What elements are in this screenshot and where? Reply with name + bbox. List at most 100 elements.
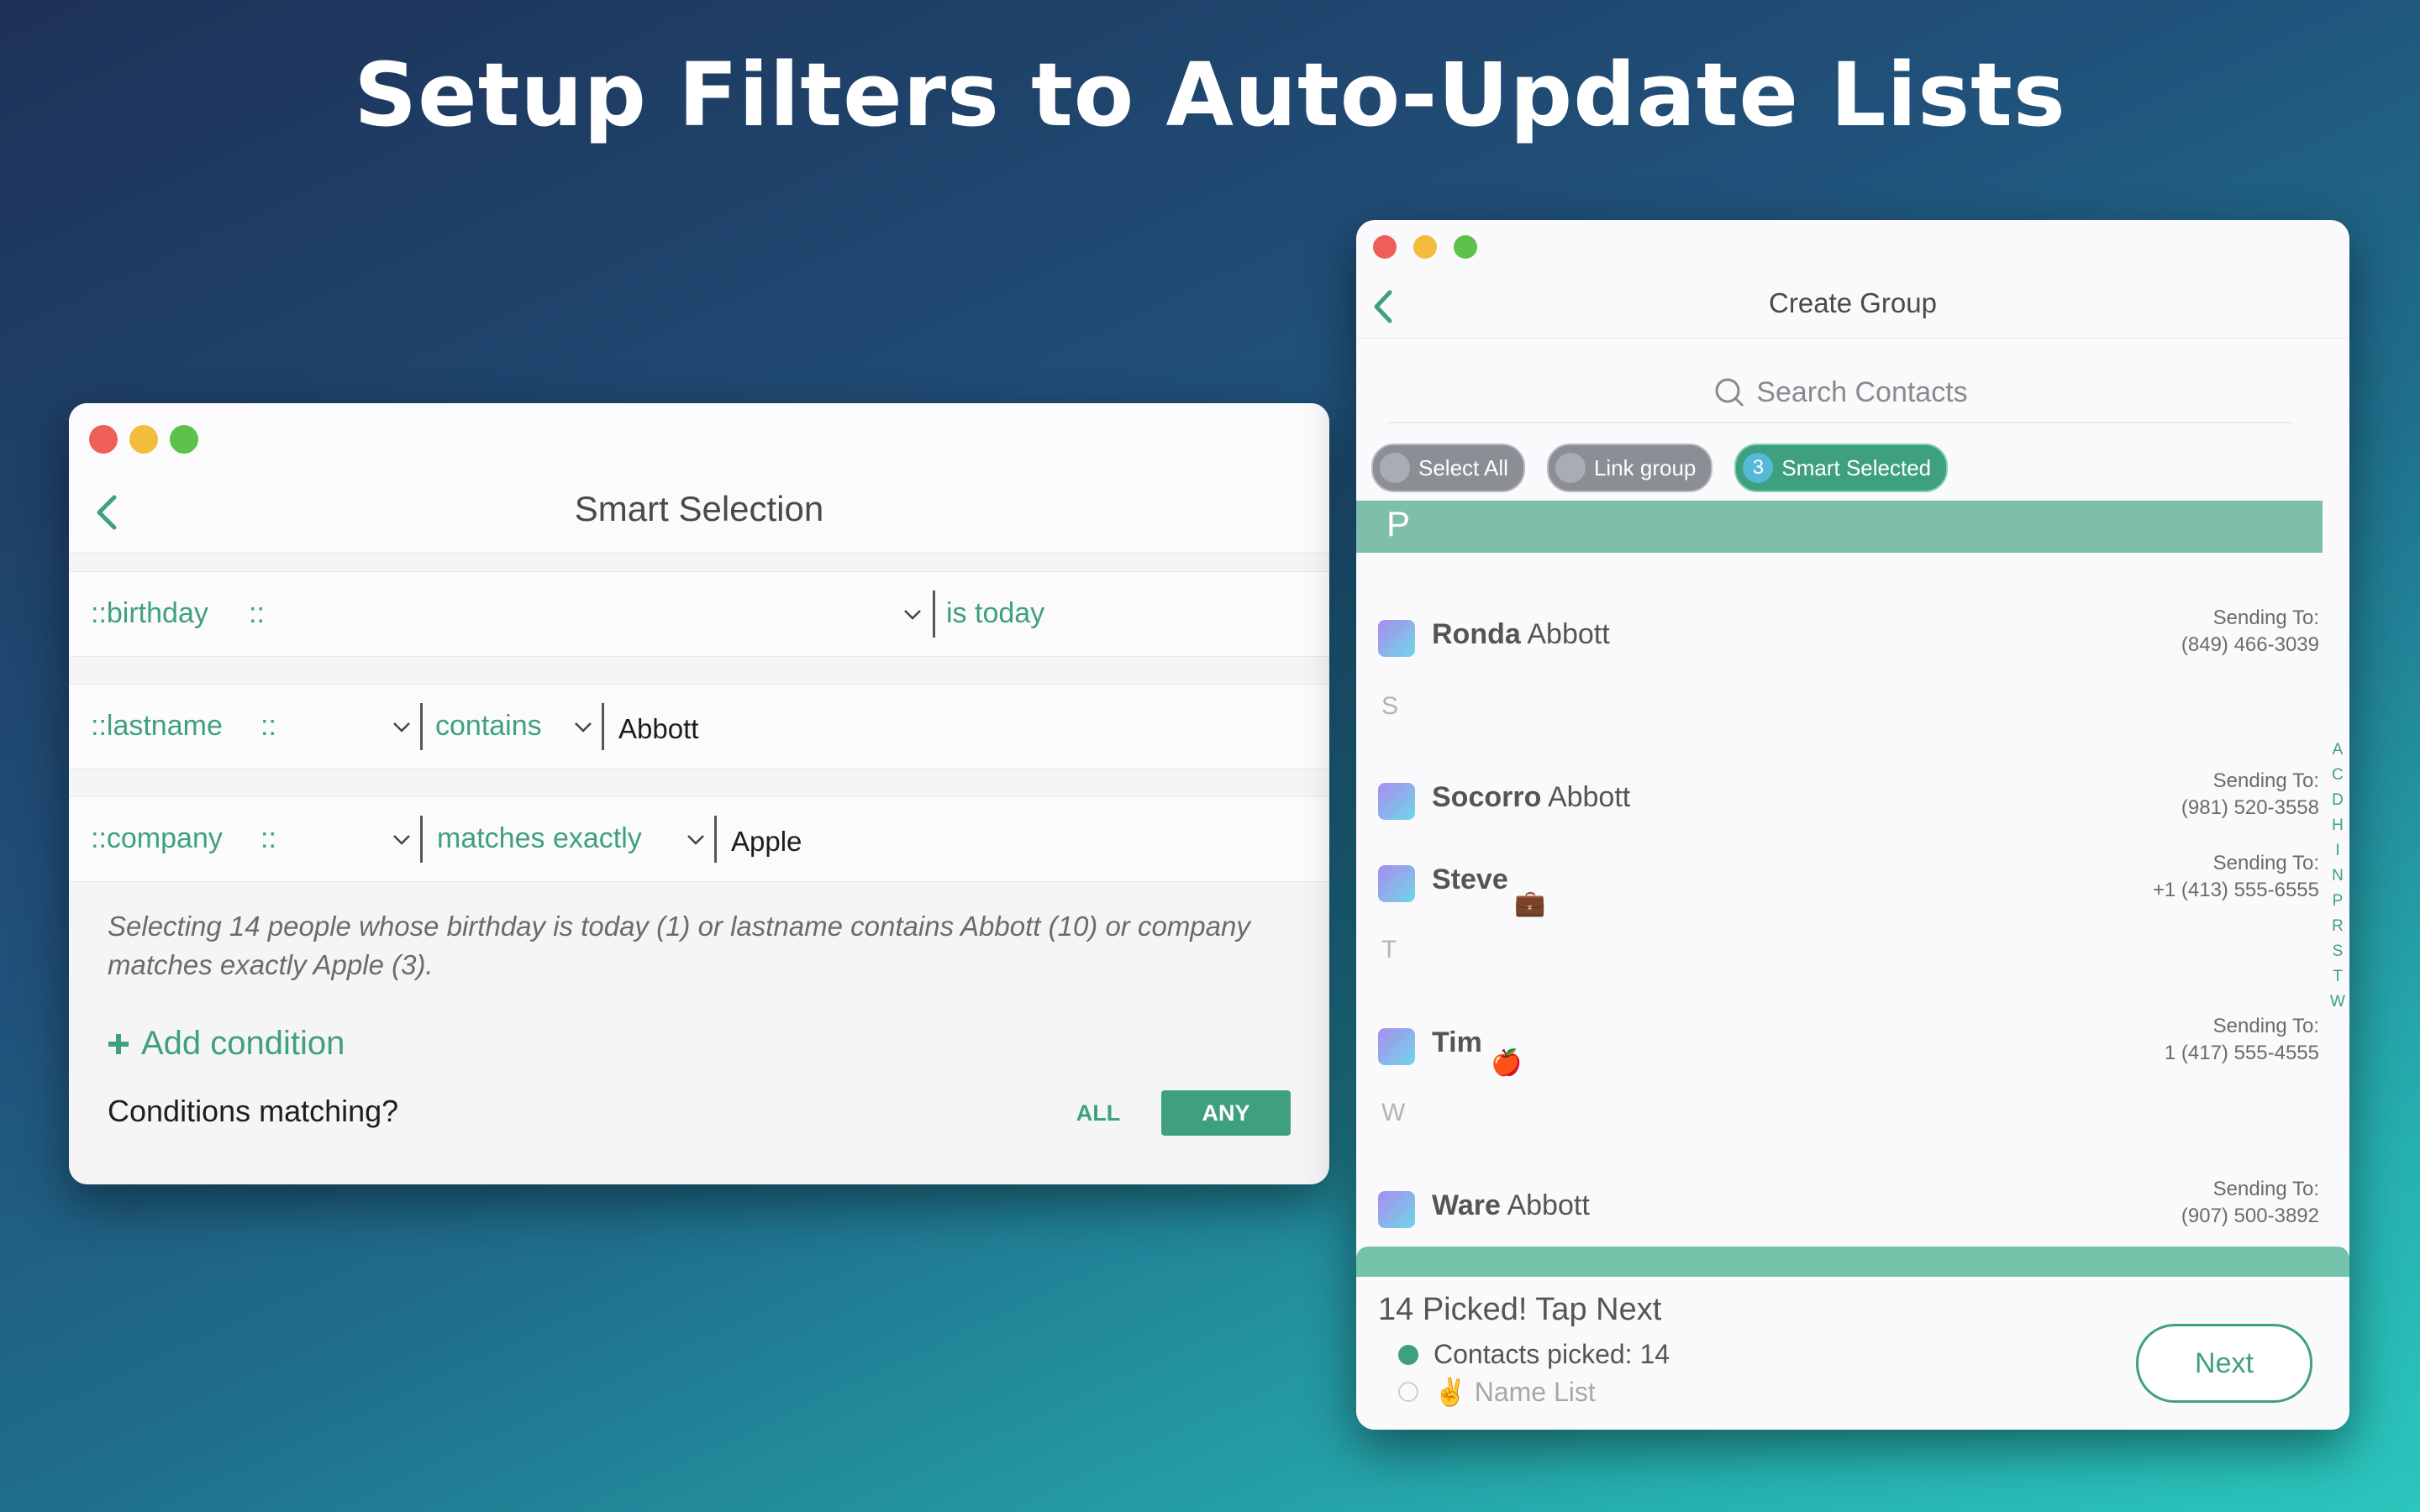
zoom-window-button[interactable] xyxy=(1454,235,1477,259)
condition-field[interactable]: ::birthday xyxy=(91,597,208,630)
condition-operator[interactable]: matches exactly xyxy=(437,822,642,855)
index-letter[interactable]: S xyxy=(2333,939,2344,964)
contact-row[interactable]: Steve 💼 Sending To: +1 (413) 555-6555 xyxy=(1378,852,2319,919)
contact-phone: 1 (417) 555-4555 xyxy=(2164,1042,2319,1064)
divider xyxy=(420,816,423,863)
plus-icon xyxy=(108,1033,129,1054)
close-window-button[interactable] xyxy=(1373,235,1397,259)
index-letter[interactable]: T xyxy=(2333,964,2343,990)
condition-field[interactable]: ::company xyxy=(91,822,223,855)
link-group-chip[interactable]: Link group xyxy=(1546,444,1713,492)
magic-wand-icon xyxy=(1378,865,1415,902)
minimize-window-button[interactable] xyxy=(1413,235,1437,259)
conditions-matching-label: Conditions matching? xyxy=(108,1094,399,1128)
add-condition-button[interactable]: Add condition xyxy=(106,1025,345,1063)
condition-operator[interactable]: contains xyxy=(435,710,542,743)
index-letter[interactable]: N xyxy=(2332,864,2344,889)
contact-phone: (981) 520-3558 xyxy=(2181,796,2319,819)
sending-to-label: Sending To: xyxy=(2212,1178,2319,1200)
index-letter[interactable]: W xyxy=(2330,990,2345,1015)
magic-wand-icon xyxy=(1378,1191,1415,1228)
condition-value-input[interactable]: Apple xyxy=(731,826,802,858)
chevron-down-icon[interactable] xyxy=(392,829,412,849)
sending-to-label: Sending To: xyxy=(2212,852,2319,874)
chip-label: Smart Selected xyxy=(1781,454,1932,480)
chevron-down-icon[interactable] xyxy=(902,604,923,624)
chevron-down-icon[interactable] xyxy=(392,717,412,737)
divider xyxy=(933,591,935,638)
contact-name: Socorro Abbott xyxy=(1432,781,1631,813)
chevron-down-icon[interactable] xyxy=(573,717,593,737)
toggle-dot xyxy=(1380,453,1410,483)
filter-chips: Select All Link group 3 Smart Selected xyxy=(1371,444,1949,492)
section-letter: T xyxy=(1381,936,1397,963)
condition-row-lastname: ::lastname :: contains Abbott xyxy=(69,684,1329,769)
condition-row-birthday: ::birthday :: is today xyxy=(69,571,1329,657)
magic-wand-icon xyxy=(1378,783,1415,820)
contacts-picked-row: Contacts picked: 14 xyxy=(1397,1339,1670,1370)
match-any-button[interactable]: ANY xyxy=(1161,1090,1291,1136)
contact-row[interactable]: Ware Abbott Sending To: (907) 500-3892 xyxy=(1378,1178,2319,1245)
title-bar: Create Group xyxy=(1356,220,2349,339)
contact-row[interactable]: Socorro Abbott Sending To: (981) 520-355… xyxy=(1378,769,2319,837)
condition-operator[interactable]: is today xyxy=(946,597,1044,630)
chevron-down-icon[interactable] xyxy=(686,829,706,849)
condition-field-separator: :: xyxy=(260,822,276,854)
chip-label: Link group xyxy=(1593,454,1697,480)
section-letter: S xyxy=(1381,692,1399,720)
sending-to-label: Sending To: xyxy=(2212,606,2319,629)
magic-wand-icon xyxy=(1378,620,1415,657)
create-group-window: Create Group Search Contacts Select All … xyxy=(1356,220,2349,1430)
sending-to-label: Sending To: xyxy=(2212,769,2319,792)
smart-selection-window: Smart Selection ::birthday :: is today :… xyxy=(69,403,1329,1184)
page-headline: Setup Filters to Auto-Update Lists xyxy=(354,44,2066,146)
section-letter: P xyxy=(1386,504,1411,543)
condition-field-separator: :: xyxy=(249,597,265,629)
contact-row[interactable]: Ronda Abbott Sending To: (849) 466-3039 xyxy=(1378,606,2319,674)
index-letter[interactable]: R xyxy=(2332,914,2344,939)
divider xyxy=(602,703,604,750)
alphabet-index[interactable]: A C D H I N P R S T W xyxy=(2329,738,2346,1015)
minimize-window-button[interactable] xyxy=(129,425,158,454)
window-title: Create Group xyxy=(1769,287,1937,318)
divider xyxy=(714,816,717,863)
filled-status-dot-icon xyxy=(1398,1344,1418,1365)
section-letter: W xyxy=(1381,1099,1406,1126)
briefcase-icon: 💼 xyxy=(1514,889,1546,918)
search-contacts-field[interactable]: Search Contacts xyxy=(1386,363,2294,423)
name-list-label: ✌ Name List xyxy=(1434,1377,1596,1407)
index-letter[interactable]: I xyxy=(2335,838,2339,864)
magic-wand-icon xyxy=(1378,1028,1415,1065)
condition-row-company: ::company :: matches exactly Apple xyxy=(69,796,1329,882)
contact-row[interactable]: Tim 🍎 Sending To: 1 (417) 555-4555 xyxy=(1378,1015,2319,1082)
index-letter[interactable]: H xyxy=(2332,813,2344,838)
select-all-chip[interactable]: Select All xyxy=(1371,444,1525,492)
condition-value-input[interactable]: Abbott xyxy=(618,713,698,745)
contact-name: Tim xyxy=(1432,1026,1482,1058)
contacts-picked-label: Contacts picked: 14 xyxy=(1434,1339,1670,1369)
index-letter[interactable]: D xyxy=(2332,788,2344,813)
count-badge: 3 xyxy=(1743,453,1774,483)
window-title: Smart Selection xyxy=(574,489,824,528)
sending-to-label: Sending To: xyxy=(2212,1015,2319,1037)
contact-phone: (907) 500-3892 xyxy=(2181,1205,2319,1227)
search-placeholder: Search Contacts xyxy=(1756,375,1968,408)
smart-selected-chip[interactable]: 3 Smart Selected xyxy=(1734,444,1949,492)
next-button[interactable]: Next xyxy=(2136,1324,2312,1403)
zoom-window-button[interactable] xyxy=(170,425,198,454)
chip-label: Select All xyxy=(1418,454,1508,480)
contact-name: Steve xyxy=(1432,864,1508,895)
index-letter[interactable]: P xyxy=(2333,889,2344,914)
add-condition-label: Add condition xyxy=(141,1025,345,1062)
contact-name: Ronda Abbott xyxy=(1432,618,1610,650)
index-letter[interactable]: A xyxy=(2333,738,2344,763)
search-icon xyxy=(1715,378,1744,407)
condition-field[interactable]: ::lastname xyxy=(91,710,223,743)
name-list-row[interactable]: ✌ Name List xyxy=(1397,1376,1596,1408)
apple-icon: 🍎 xyxy=(1491,1048,1523,1078)
close-window-button[interactable] xyxy=(89,425,118,454)
picked-status: 14 Picked! Tap Next xyxy=(1378,1292,1662,1327)
footer-divider xyxy=(1356,1247,2349,1277)
index-letter[interactable]: C xyxy=(2332,763,2344,788)
match-all-button[interactable]: ALL xyxy=(1060,1090,1136,1136)
